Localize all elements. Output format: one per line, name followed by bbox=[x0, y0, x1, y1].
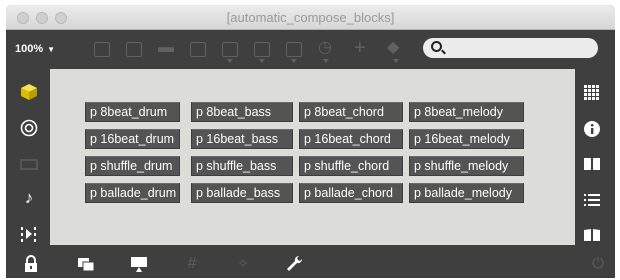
patcher-window: [automatic_compose_blocks] 100% ▼ ▬ ◷ + ◆ bbox=[6, 5, 615, 278]
new-object-icon[interactable] bbox=[94, 42, 110, 57]
left-sidebar: ♪ bbox=[6, 69, 50, 247]
patcher-object-box[interactable]: p shuffle_bass bbox=[191, 156, 293, 176]
button-object-icon[interactable] bbox=[222, 42, 238, 57]
patcher-object-box[interactable]: p shuffle_melody bbox=[409, 156, 524, 176]
right-sidebar bbox=[571, 69, 615, 247]
patcher-object-box[interactable]: p shuffle_chord bbox=[299, 156, 403, 176]
chevron-down-icon bbox=[393, 59, 399, 63]
chevron-down-icon bbox=[227, 59, 233, 63]
dial-icon[interactable]: ◷ bbox=[318, 38, 332, 58]
list-icon[interactable] bbox=[583, 191, 601, 207]
patch-canvas[interactable]: p 8beat_drum p 8beat_bass p 8beat_chord p 8… bbox=[50, 69, 575, 245]
title-bar: [automatic_compose_blocks] bbox=[6, 5, 615, 30]
patcher-object-box[interactable]: p 16beat_melody bbox=[409, 129, 524, 149]
patcher-object-box[interactable]: p shuffle_drum bbox=[85, 156, 180, 176]
chevron-down-icon bbox=[259, 59, 265, 63]
patcher-object-box[interactable]: p 8beat_melody bbox=[409, 102, 524, 122]
patcher-object-box[interactable]: p ballade_drum bbox=[85, 183, 180, 203]
patcher-object-box[interactable]: p 16beat_bass bbox=[191, 129, 293, 149]
power-icon[interactable]: ⏻ bbox=[589, 255, 607, 272]
windows-icon[interactable] bbox=[77, 255, 95, 272]
top-toolbar: 100% ▼ ▬ ◷ + ◆ bbox=[6, 30, 615, 69]
toggle-object-icon[interactable] bbox=[190, 42, 206, 57]
patcher-object-box[interactable]: p 8beat_chord bbox=[299, 102, 403, 122]
cube-icon[interactable] bbox=[20, 83, 38, 101]
grid-icon[interactable]: # bbox=[183, 255, 201, 272]
chevron-down-icon bbox=[291, 59, 297, 63]
wrench-icon[interactable] bbox=[286, 255, 304, 271]
lock-icon[interactable] bbox=[22, 255, 40, 272]
target-icon[interactable] bbox=[20, 119, 38, 137]
music-note-icon[interactable]: ♪ bbox=[20, 189, 38, 207]
patcher-object-box[interactable]: p 8beat_bass bbox=[191, 102, 293, 122]
search-input[interactable] bbox=[447, 40, 592, 56]
patcher-object-box[interactable]: p 16beat_chord bbox=[299, 129, 403, 149]
patcher-object-box[interactable]: p 8beat_drum bbox=[85, 102, 180, 122]
grid-palette-icon[interactable] bbox=[583, 84, 601, 100]
presentation-icon[interactable] bbox=[130, 255, 148, 272]
new-message-icon[interactable] bbox=[126, 42, 142, 57]
step-forward-icon[interactable] bbox=[20, 225, 38, 243]
paint-bucket-icon[interactable]: ◆ bbox=[387, 38, 399, 58]
chevron-down-icon bbox=[323, 59, 329, 63]
keyboard-icon[interactable] bbox=[20, 155, 38, 173]
plus-icon[interactable]: + bbox=[354, 38, 366, 58]
reference-book-icon[interactable] bbox=[583, 155, 601, 171]
play-object-icon[interactable] bbox=[254, 42, 270, 57]
patcher-object-box[interactable]: p ballade_chord bbox=[299, 183, 403, 203]
search-icon bbox=[431, 41, 442, 52]
patcher-object-box[interactable]: p ballade_melody bbox=[409, 183, 524, 203]
patcher-object-box[interactable]: p ballade_bass bbox=[191, 183, 293, 203]
bottom-toolbar: # ✧ ⏻ bbox=[6, 247, 615, 278]
documentation-icon[interactable] bbox=[583, 226, 601, 242]
info-icon[interactable] bbox=[583, 120, 601, 137]
window-title: [automatic_compose_blocks] bbox=[226, 10, 395, 25]
search-box[interactable] bbox=[423, 38, 598, 58]
patcher-object-box[interactable]: p 16beat_drum bbox=[85, 129, 180, 149]
zoom-menu[interactable]: 100% ▼ bbox=[15, 43, 55, 55]
zoom-level: 100% bbox=[15, 43, 44, 55]
slider-object-icon[interactable] bbox=[286, 42, 302, 57]
snap-icon[interactable]: ✧ bbox=[234, 255, 252, 271]
chevron-down-icon: ▼ bbox=[47, 45, 56, 54]
comment-icon[interactable]: ▬ bbox=[158, 38, 174, 58]
